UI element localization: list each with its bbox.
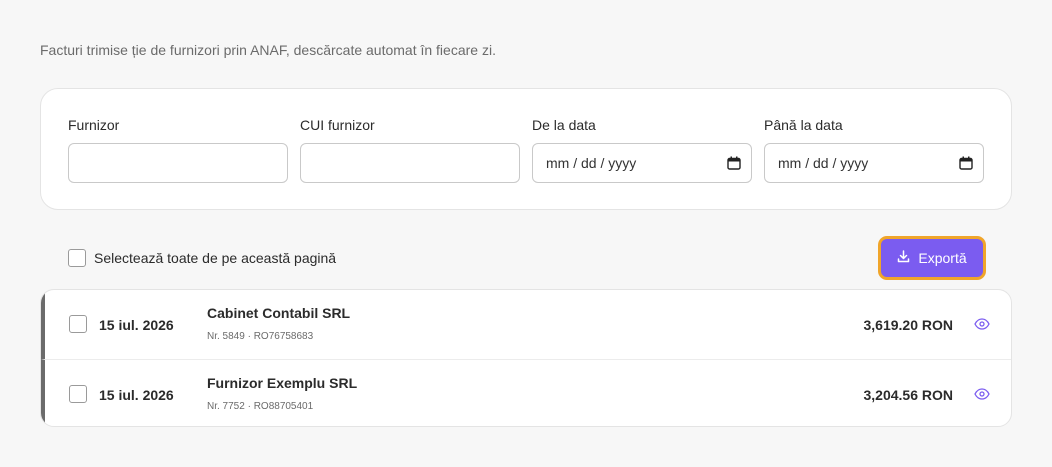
- filters-panel: Furnizor CUI furnizor De la data mm / dd…: [40, 88, 1012, 210]
- supplier-label: Furnizor: [68, 117, 120, 133]
- from-date-label: De la data: [532, 117, 596, 133]
- export-label: Exportă: [918, 250, 967, 266]
- cui-label: CUI furnizor: [300, 117, 375, 133]
- supplier-input[interactable]: [68, 143, 288, 183]
- cui-filter: CUI furnizor: [300, 117, 520, 183]
- from-date-filter: De la data mm / dd / yyyy: [532, 117, 752, 183]
- select-all-label: Selectează toate de pe această pagină: [94, 250, 337, 266]
- select-all-checkbox[interactable]: [68, 249, 86, 267]
- invoice-row[interactable]: 15 iul. 2026 Furnizor Exemplu SRL Nr. 77…: [41, 359, 1011, 426]
- invoice-supplier: Furnizor Exemplu SRL: [207, 375, 358, 391]
- calendar-icon[interactable]: [959, 156, 973, 170]
- eye-icon[interactable]: [974, 387, 990, 401]
- invoice-meta: Nr. 7752 · RO88705401: [207, 401, 314, 412]
- invoice-meta: Nr. 5849 · RO76758683: [207, 331, 314, 342]
- eye-icon[interactable]: [974, 317, 990, 331]
- invoice-date: 15 iul. 2026: [99, 317, 174, 333]
- download-icon: [897, 250, 910, 266]
- export-button[interactable]: Exportă: [878, 236, 986, 280]
- to-date-input[interactable]: mm / dd / yyyy: [764, 143, 984, 183]
- to-date-label: Până la data: [764, 117, 843, 133]
- invoice-list: 15 iul. 2026 Cabinet Contabil SRL Nr. 58…: [40, 289, 1012, 427]
- invoice-row[interactable]: 15 iul. 2026 Cabinet Contabil SRL Nr. 58…: [41, 290, 1011, 359]
- row-checkbox[interactable]: [69, 315, 87, 333]
- invoice-supplier: Cabinet Contabil SRL: [207, 305, 351, 321]
- invoice-amount: 3,619.20 RON: [863, 317, 954, 333]
- from-date-value: mm / dd / yyyy: [546, 155, 637, 171]
- page-subtitle: Facturi trimise ție de furnizori prin AN…: [40, 42, 496, 58]
- cui-input[interactable]: [300, 143, 520, 183]
- row-checkbox[interactable]: [69, 385, 87, 403]
- invoice-date: 15 iul. 2026: [99, 387, 174, 403]
- invoice-amount: 3,204.56 RON: [863, 387, 954, 403]
- supplier-filter: Furnizor: [68, 117, 288, 183]
- from-date-input[interactable]: mm / dd / yyyy: [532, 143, 752, 183]
- calendar-icon[interactable]: [727, 156, 741, 170]
- to-date-filter: Până la data mm / dd / yyyy: [764, 117, 984, 183]
- to-date-value: mm / dd / yyyy: [778, 155, 869, 171]
